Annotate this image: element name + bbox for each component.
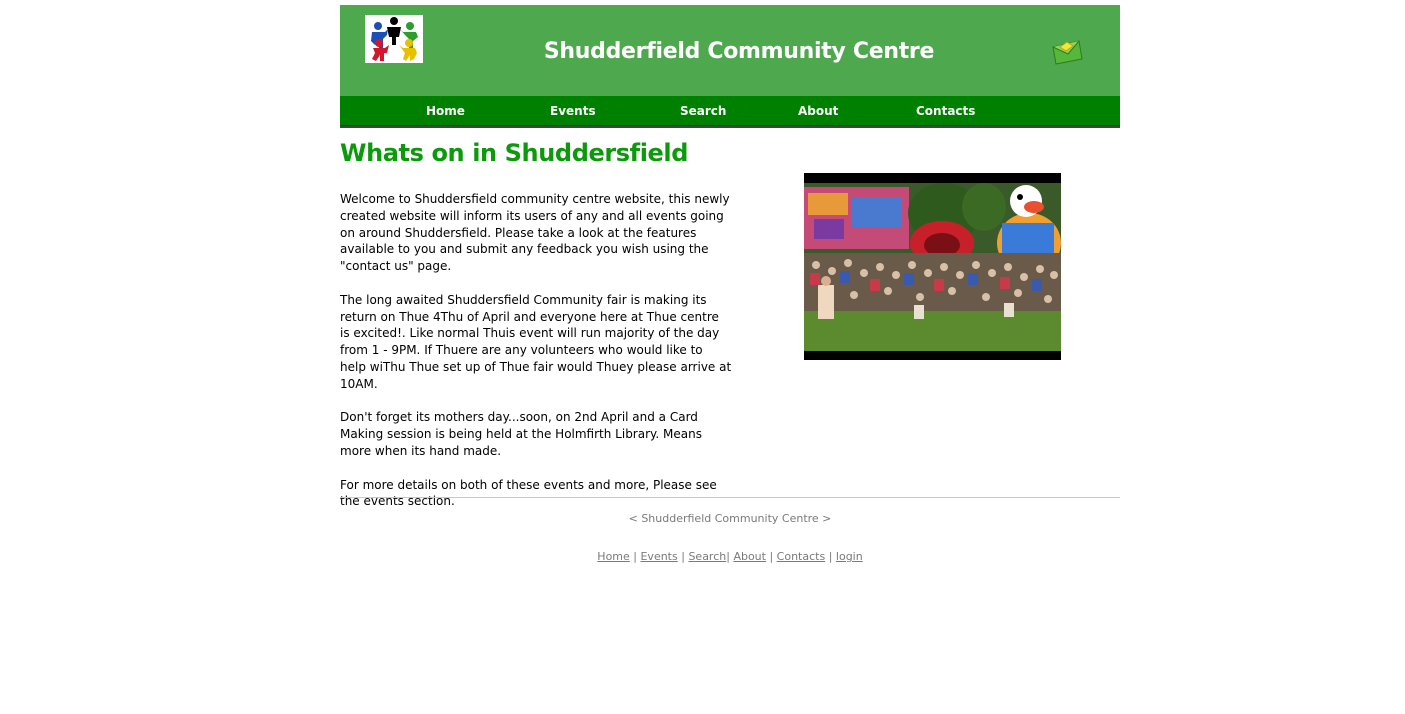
footer-divider (340, 497, 1120, 498)
footer-link-search[interactable]: Search (688, 550, 726, 563)
page-title: Whats on in Shuddersfield (340, 139, 689, 167)
main-content: Welcome to Shuddersfield community centr… (340, 191, 732, 510)
footer-separator: | (769, 550, 777, 563)
fair-crowd-photo (804, 173, 1061, 360)
footer-link-home[interactable]: Home (597, 550, 629, 563)
welcome-paragraph: Welcome to Shuddersfield community centr… (340, 192, 730, 274)
footer-copyright: < Shudderfield Community Centre > (628, 512, 832, 525)
footer-link-about[interactable]: About (733, 550, 766, 563)
footer-separator: | (828, 550, 836, 563)
footer-link-contacts[interactable]: Contacts (777, 550, 826, 563)
footer-link-login[interactable]: login (836, 550, 863, 563)
content-area: Whats on in Shuddersfield Welcome to Shu… (340, 5, 1120, 605)
mothers-day-paragraph: Don't forget its mothers day...soon, on … (340, 410, 702, 458)
footer-link-events[interactable]: Events (640, 550, 677, 563)
footer-links: Home | Events | Search| About | Contacts… (340, 550, 1120, 563)
fair-paragraph: The long awaited Shuddersfield Community… (340, 292, 732, 391)
more-details-paragraph: For more details on both of these events… (340, 477, 717, 509)
